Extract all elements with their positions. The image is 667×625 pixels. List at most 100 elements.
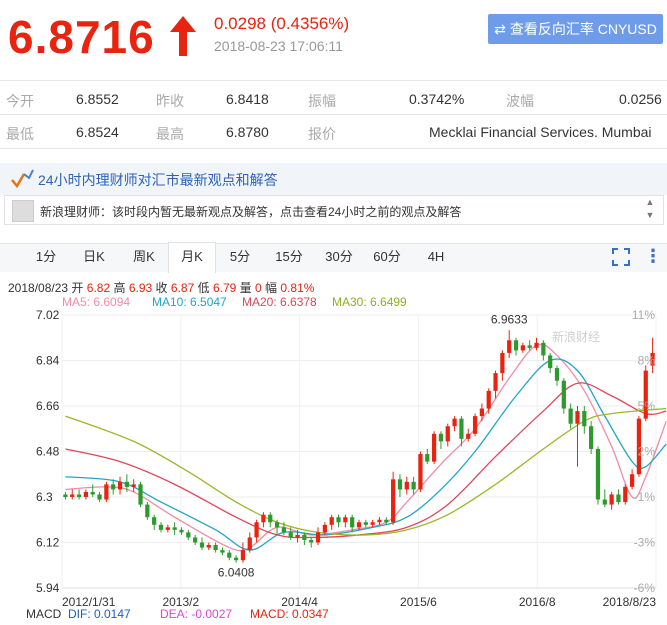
kline-open: 6.82 xyxy=(86,281,111,295)
macd-dif: DIF: 0.0147 xyxy=(68,607,131,621)
high-label: 最高 xyxy=(156,126,184,142)
candle-up xyxy=(520,345,525,351)
tab-60min[interactable]: 60分 xyxy=(366,243,408,271)
candle-up xyxy=(329,517,334,525)
candle-down xyxy=(527,345,532,348)
candle-up xyxy=(377,519,382,523)
x-tick-label: 2016/8 xyxy=(519,595,556,608)
candle-up xyxy=(83,491,89,497)
candle-up xyxy=(131,484,136,487)
open-label: 今开 xyxy=(6,93,34,109)
candle-up xyxy=(452,418,457,427)
candle-down xyxy=(90,491,95,495)
tab-15min[interactable]: 15分 xyxy=(268,243,310,271)
candle-up xyxy=(240,550,246,561)
range-label: 波幅 xyxy=(506,93,534,109)
experts-message[interactable]: 新浪理财师：该时段内暂无最新观点及解答，点击查看24小时之前的观点及解答 xyxy=(40,203,461,220)
y-tick-label: 6.48 xyxy=(36,445,60,459)
more-options-icon[interactable]: ⋮ xyxy=(644,246,662,267)
tab-daily[interactable]: 日K xyxy=(72,243,116,271)
candle-up xyxy=(472,416,478,434)
kline-close: 6.87 xyxy=(170,281,195,295)
candle-down xyxy=(63,494,68,497)
candle-up xyxy=(391,479,396,523)
candle-up xyxy=(322,524,327,533)
candle-down xyxy=(199,542,205,548)
experts-title[interactable]: 24小时内理财师对汇市最新观点和解答 xyxy=(38,170,278,190)
candle-up xyxy=(165,527,170,530)
candle-down xyxy=(616,494,621,503)
candle-down xyxy=(227,552,232,558)
candle-up xyxy=(534,342,539,348)
tab-monthly[interactable]: 月K xyxy=(168,242,216,273)
tab-5min[interactable]: 5分 xyxy=(220,243,260,271)
candle-up xyxy=(466,433,471,439)
quote-time: 2018-08-23 17:06:11 xyxy=(214,38,343,54)
prev-close-label: 昨收 xyxy=(156,93,184,109)
candle-down xyxy=(76,494,82,497)
candle-down xyxy=(145,504,150,518)
candle-down xyxy=(425,454,430,462)
tab-4h[interactable]: 4H xyxy=(416,243,456,271)
candle-down xyxy=(568,408,573,424)
pct-tick-label: -3% xyxy=(634,536,656,550)
candle-down xyxy=(288,532,293,538)
candle-down xyxy=(384,519,389,523)
ma10-label: MA10: 6.5047 xyxy=(152,295,227,309)
kline-chart[interactable]: 新浪财经 7.02 11% 6.84 8% 6.66 5% 6.48 2% 6.3 -1% 6.12… xyxy=(0,308,667,608)
fullscreen-icon[interactable] xyxy=(612,248,630,266)
chart-grid xyxy=(61,314,657,589)
pct-tick-label: 11% xyxy=(632,308,655,322)
scroll-arrows-icon[interactable]: ▲ ▼ xyxy=(644,196,656,222)
candle-up xyxy=(445,426,450,442)
candle-down xyxy=(302,534,307,540)
open-value: 6.8552 xyxy=(76,91,119,107)
candle-down xyxy=(124,481,129,487)
candle-down xyxy=(220,550,225,553)
candle-up xyxy=(117,481,123,490)
low-value: 6.8524 xyxy=(76,124,119,140)
extreme-annotation: 6.9633 xyxy=(491,312,528,326)
kline-amp-label: 幅 xyxy=(265,281,278,295)
tab-30min[interactable]: 30分 xyxy=(318,243,360,271)
candle-up xyxy=(295,534,300,538)
amplitude-label: 振幅 xyxy=(308,93,336,109)
tab-weekly[interactable]: 周K xyxy=(122,243,166,271)
reverse-rate-button[interactable]: ⇄ 查看反向汇率 CNYUSD xyxy=(488,14,663,44)
avatar xyxy=(12,200,34,222)
candle-down xyxy=(582,411,587,427)
candle-down xyxy=(541,342,546,356)
candle-up xyxy=(431,433,437,462)
candle-down xyxy=(138,484,143,505)
candle-up xyxy=(418,454,423,490)
up-arrow-icon xyxy=(170,16,196,56)
candle-up xyxy=(247,537,252,551)
candle-down xyxy=(438,433,444,442)
divider xyxy=(0,80,667,81)
candle-down xyxy=(595,448,601,500)
y-tick-label: 7.02 xyxy=(36,308,60,322)
candle-up xyxy=(493,373,498,391)
candle-up xyxy=(500,352,505,374)
candle-down xyxy=(309,539,314,543)
kline-date: 2018/08/23 xyxy=(8,281,69,295)
kline-close-label: 收 xyxy=(155,281,168,295)
candle-up xyxy=(315,532,321,543)
candle-down xyxy=(336,517,341,523)
tab-1min[interactable]: 1分 xyxy=(26,243,66,271)
candle-down xyxy=(274,522,280,528)
x-tick-label: 2018/8/23 xyxy=(603,595,657,608)
candle-down xyxy=(363,522,368,525)
quote-row-2: 最低 6.8524 最高 6.8780 报价 Mecklai Financial… xyxy=(0,115,667,148)
macd-name: MACD xyxy=(26,607,62,621)
candle-down xyxy=(561,380,566,409)
candle-up xyxy=(629,474,635,487)
ma-line-ma30 xyxy=(65,407,667,536)
candle-up xyxy=(609,494,614,505)
y-tick-label: 6.3 xyxy=(36,490,53,504)
chart-watermark: 新浪财经 xyxy=(552,329,600,344)
pct-tick-label: -1% xyxy=(634,490,656,504)
kline-vol-label: 量 xyxy=(239,281,252,295)
divider xyxy=(0,148,667,149)
candle-down xyxy=(111,484,116,490)
